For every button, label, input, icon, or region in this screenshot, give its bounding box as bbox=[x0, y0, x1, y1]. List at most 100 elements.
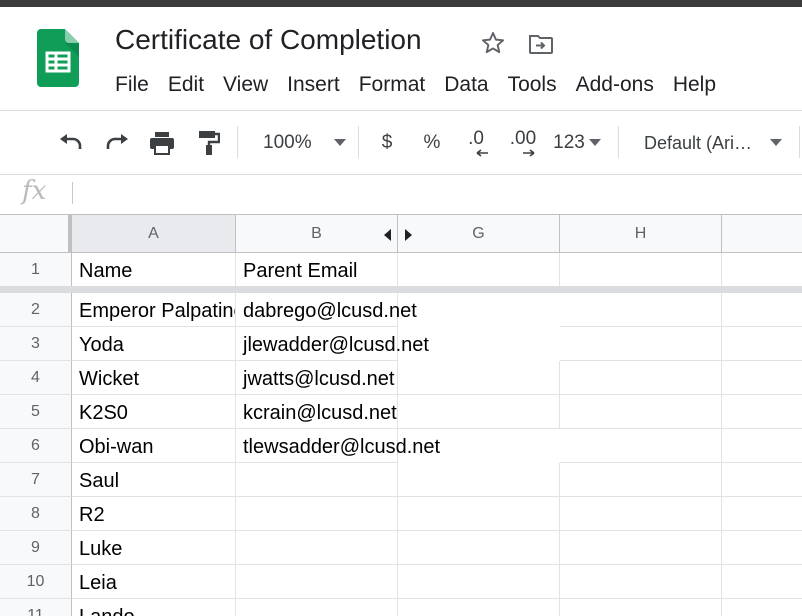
menu-insert[interactable]: Insert bbox=[287, 70, 340, 100]
menu-help[interactable]: Help bbox=[673, 70, 716, 100]
cell-a8[interactable]: R2 bbox=[72, 497, 236, 531]
cell-b1[interactable]: Parent Email bbox=[236, 253, 398, 287]
cell-b5[interactable]: kcrain@lcusd.net bbox=[236, 395, 398, 429]
cell-a6[interactable]: Obi-wan bbox=[72, 429, 236, 463]
cell-b9[interactable] bbox=[236, 531, 398, 565]
zoom-select[interactable]: 100% bbox=[248, 126, 348, 160]
cell-b2[interactable]: dabrego@lcusd.net bbox=[236, 293, 417, 327]
cell-a1[interactable]: Name bbox=[72, 253, 236, 287]
redo-button[interactable] bbox=[100, 126, 134, 160]
row-header[interactable]: 7 bbox=[0, 463, 72, 497]
cell-a10[interactable]: Leia bbox=[72, 565, 236, 599]
document-title[interactable]: Certificate of Completion bbox=[115, 24, 422, 56]
column-header-h[interactable]: H bbox=[560, 215, 722, 253]
collapse-left-icon[interactable] bbox=[384, 229, 391, 241]
cell-a9[interactable]: Luke bbox=[72, 531, 236, 565]
format-currency-button[interactable]: $ bbox=[374, 126, 400, 160]
cell-g9[interactable] bbox=[398, 531, 560, 565]
cell-h5[interactable] bbox=[560, 395, 722, 429]
cell-b11[interactable] bbox=[236, 599, 398, 616]
cell-g8[interactable] bbox=[398, 497, 560, 531]
row-header[interactable]: 5 bbox=[0, 395, 72, 429]
cell-h6[interactable] bbox=[560, 429, 722, 463]
cell-g4[interactable] bbox=[398, 361, 560, 395]
row-header[interactable]: 11 bbox=[0, 599, 72, 616]
cell-i4[interactable] bbox=[722, 361, 802, 395]
cell-h3[interactable] bbox=[560, 327, 722, 361]
cell-h2[interactable] bbox=[560, 293, 722, 327]
row-header[interactable]: 3 bbox=[0, 327, 72, 361]
cell-a3[interactable]: Yoda bbox=[72, 327, 236, 361]
row-header[interactable]: 2 bbox=[0, 293, 72, 327]
row-header[interactable]: 8 bbox=[0, 497, 72, 531]
cell-i2[interactable] bbox=[722, 293, 802, 327]
cell-a11[interactable]: Lando bbox=[72, 599, 236, 616]
cell-i10[interactable] bbox=[722, 565, 802, 599]
window-top-bar bbox=[0, 0, 802, 7]
cell-h4[interactable] bbox=[560, 361, 722, 395]
row-header[interactable]: 4 bbox=[0, 361, 72, 395]
row-header[interactable]: 10 bbox=[0, 565, 72, 599]
cell-b10[interactable] bbox=[236, 565, 398, 599]
more-formats-button[interactable]: 123 bbox=[550, 126, 604, 160]
cell-b6[interactable]: tlewsadder@lcusd.net bbox=[236, 429, 440, 463]
cell-i7[interactable] bbox=[722, 463, 802, 497]
star-icon[interactable] bbox=[480, 30, 506, 56]
move-to-folder-icon[interactable] bbox=[528, 33, 554, 55]
menu-file[interactable]: File bbox=[115, 70, 149, 100]
font-family-select[interactable]: Default (Ari… bbox=[630, 126, 790, 160]
cell-i8[interactable] bbox=[722, 497, 802, 531]
cell-b8[interactable] bbox=[236, 497, 398, 531]
sheets-logo-icon[interactable] bbox=[37, 29, 79, 87]
menu-format[interactable]: Format bbox=[359, 70, 426, 100]
menu-addons[interactable]: Add-ons bbox=[576, 70, 654, 100]
cell-g1[interactable] bbox=[398, 253, 560, 287]
cell-g10[interactable] bbox=[398, 565, 560, 599]
undo-button[interactable] bbox=[54, 126, 88, 160]
cell-i9[interactable] bbox=[722, 531, 802, 565]
cell-h10[interactable] bbox=[560, 565, 722, 599]
format-percent-button[interactable]: % bbox=[419, 126, 445, 160]
column-header-i[interactable] bbox=[722, 215, 802, 253]
menu-edit[interactable]: Edit bbox=[168, 70, 204, 100]
cell-i11[interactable] bbox=[722, 599, 802, 616]
cell-h1[interactable] bbox=[560, 253, 722, 287]
cell-b7[interactable] bbox=[236, 463, 398, 497]
column-header-a[interactable]: A bbox=[72, 215, 236, 253]
cell-b3[interactable]: jlewadder@lcusd.net bbox=[236, 327, 429, 361]
chevron-down-icon bbox=[770, 139, 783, 147]
cell-g11[interactable] bbox=[398, 599, 560, 616]
cell-i6[interactable] bbox=[722, 429, 802, 463]
arrow-right-icon bbox=[523, 149, 535, 157]
menu-view[interactable]: View bbox=[223, 70, 268, 100]
cell-i3[interactable] bbox=[722, 327, 802, 361]
row-header[interactable]: 9 bbox=[0, 531, 72, 565]
column-header-g[interactable]: G bbox=[398, 215, 560, 253]
row-header[interactable]: 6 bbox=[0, 429, 72, 463]
cell-g5[interactable] bbox=[398, 395, 560, 429]
cell-i5[interactable] bbox=[722, 395, 802, 429]
cell-h7[interactable] bbox=[560, 463, 722, 497]
menu-tools[interactable]: Tools bbox=[508, 70, 557, 100]
cell-b4[interactable]: jwatts@lcusd.net bbox=[236, 361, 398, 395]
row-header[interactable]: 1 bbox=[0, 253, 72, 287]
paint-format-button[interactable] bbox=[192, 126, 226, 160]
menu-data[interactable]: Data bbox=[444, 70, 488, 100]
cell-a4[interactable]: Wicket bbox=[72, 361, 236, 395]
cell-a7[interactable]: Saul bbox=[72, 463, 236, 497]
cell-h8[interactable] bbox=[560, 497, 722, 531]
increase-decimal-button[interactable]: .00 bbox=[505, 126, 541, 160]
print-button[interactable] bbox=[145, 126, 179, 160]
column-header-b[interactable]: B bbox=[236, 215, 398, 253]
cell-g7[interactable] bbox=[398, 463, 560, 497]
frozen-row-divider[interactable] bbox=[0, 286, 802, 293]
cell-h11[interactable] bbox=[560, 599, 722, 616]
cell-a2[interactable]: Emperor Palpatine bbox=[72, 293, 236, 327]
expand-right-icon[interactable] bbox=[405, 229, 412, 241]
select-all-corner[interactable] bbox=[0, 215, 72, 253]
cell-h9[interactable] bbox=[560, 531, 722, 565]
cell-a5[interactable]: K2S0 bbox=[72, 395, 236, 429]
formula-input[interactable] bbox=[82, 178, 782, 208]
cell-i1[interactable] bbox=[722, 253, 802, 287]
decrease-decimal-button[interactable]: .0 bbox=[459, 126, 493, 160]
